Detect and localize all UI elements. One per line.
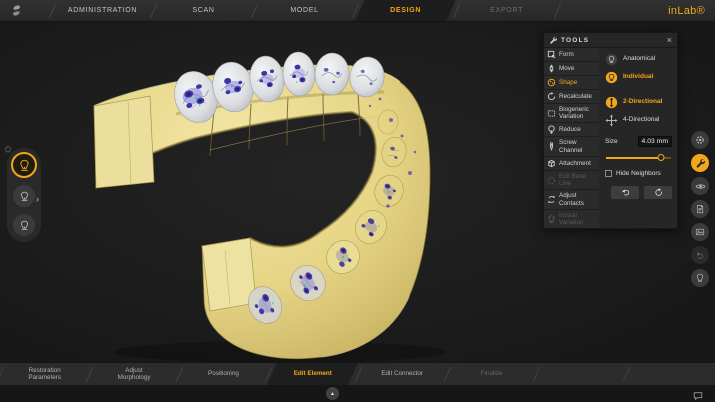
tool-incisal-variation[interactable]: Incisal Variation	[544, 210, 599, 228]
reset-view-icon[interactable]	[691, 246, 709, 264]
tooth-icon[interactable]	[691, 269, 709, 287]
option-4-directional[interactable]: 4-Directional	[605, 114, 672, 127]
tool-move[interactable]: Move	[544, 62, 599, 75]
upper-jaw-button[interactable]	[11, 152, 37, 178]
step-edit-element[interactable]: Edit Element	[268, 363, 357, 385]
expand-panel-button[interactable]: ▲	[326, 387, 339, 400]
workflow-step-bar: Restoration Parameters Adjust Morphology…	[0, 362, 715, 385]
undo-button[interactable]	[611, 186, 639, 199]
tool-list: Form Move Shape Recalculate Biogeneric V…	[544, 48, 599, 228]
option-individual[interactable]: Individual	[605, 71, 672, 84]
inlab-brand-label: inLab®	[658, 5, 715, 17]
app-window: ADMINISTRATION SCAN MODEL DESIGN EXPORT …	[0, 0, 715, 402]
tab-scan[interactable]: SCAN	[153, 0, 254, 21]
tab-export[interactable]: EXPORT	[456, 0, 557, 21]
tools-panel-header: TOOLS ×	[544, 33, 677, 48]
size-value[interactable]: 4.03 mm	[638, 136, 672, 147]
tool-reduce[interactable]: Reduce	[544, 123, 599, 136]
tools-wrench-icon[interactable]	[691, 154, 709, 172]
hide-neighbors-checkbox[interactable]	[605, 170, 612, 177]
step-finalize[interactable]: Finalize	[447, 363, 536, 385]
tab-design[interactable]: DESIGN	[355, 0, 456, 21]
size-slider-handle[interactable]	[658, 154, 665, 161]
undo-icon	[621, 188, 630, 197]
screenshot-image-icon[interactable]	[691, 223, 709, 241]
gear-icon[interactable]	[691, 131, 709, 149]
lower-jaw-button[interactable]	[13, 214, 35, 236]
hide-neighbors-row[interactable]: Hide Neighbors	[605, 170, 672, 177]
4-directional-icon	[605, 114, 618, 127]
redo-button[interactable]	[644, 186, 672, 199]
step-adjust-morphology[interactable]: Adjust Morphology	[89, 363, 178, 385]
restoration-tooth-button[interactable]	[13, 185, 35, 207]
bottom-strip: ▲	[0, 385, 715, 402]
tool-recalculate[interactable]: Recalculate	[544, 90, 599, 103]
tools-panel: TOOLS × Form Move Shape R	[543, 32, 678, 229]
document-icon[interactable]	[691, 200, 709, 218]
hide-neighbors-label: Hide Neighbors	[616, 170, 661, 177]
view-eye-icon[interactable]	[691, 177, 709, 195]
tab-administration[interactable]: ADMINISTRATION	[52, 0, 153, 21]
step-filler-2	[626, 363, 715, 385]
step-positioning[interactable]: Positioning	[179, 363, 268, 385]
jawbar-expand-chevron[interactable]: ›	[36, 194, 39, 204]
tool-attachment[interactable]: Attachment	[544, 157, 599, 170]
tool-form[interactable]: Form	[544, 48, 599, 61]
tool-biogeneric-variation[interactable]: Biogeneric Variation	[544, 104, 599, 122]
step-filler-1	[536, 363, 625, 385]
anatomical-icon	[605, 53, 618, 66]
right-icon-rail	[691, 131, 709, 287]
tab-filler	[557, 0, 658, 21]
option-anatomical[interactable]: Anatomical	[605, 53, 672, 66]
tool-shape[interactable]: Shape	[544, 76, 599, 89]
shape-options: Anatomical Individual 2-Directional 4-Di…	[599, 48, 677, 228]
tab-model[interactable]: MODEL	[254, 0, 355, 21]
tool-edit-base-line[interactable]: Edit Base Line	[544, 171, 599, 189]
size-slider[interactable]	[606, 153, 671, 162]
step-edit-connector[interactable]: Edit Connector	[358, 363, 447, 385]
option-2-directional[interactable]: 2-Directional	[605, 96, 672, 109]
step-restoration-parameters[interactable]: Restoration Parameters	[0, 363, 89, 385]
redo-icon	[654, 188, 663, 197]
chat-bubble-icon[interactable]	[693, 388, 703, 402]
close-icon[interactable]: ×	[667, 36, 672, 45]
tool-adjust-contacts[interactable]: Adjust Contacts	[544, 190, 599, 208]
model-viewport[interactable]: ›	[0, 22, 715, 362]
individual-icon	[605, 71, 618, 84]
2-directional-icon	[605, 96, 618, 109]
wrench-icon	[549, 36, 557, 44]
top-navigation-bar: ADMINISTRATION SCAN MODEL DESIGN EXPORT …	[0, 0, 715, 22]
tool-screw-channel[interactable]: Screw Channel	[544, 137, 599, 155]
tools-panel-title: TOOLS	[561, 37, 589, 44]
size-label: Size	[605, 138, 618, 145]
size-slider-fill	[606, 157, 661, 159]
sirona-logo-icon	[0, 3, 52, 18]
main-phase-tabs: ADMINISTRATION SCAN MODEL DESIGN EXPORT	[52, 0, 658, 21]
